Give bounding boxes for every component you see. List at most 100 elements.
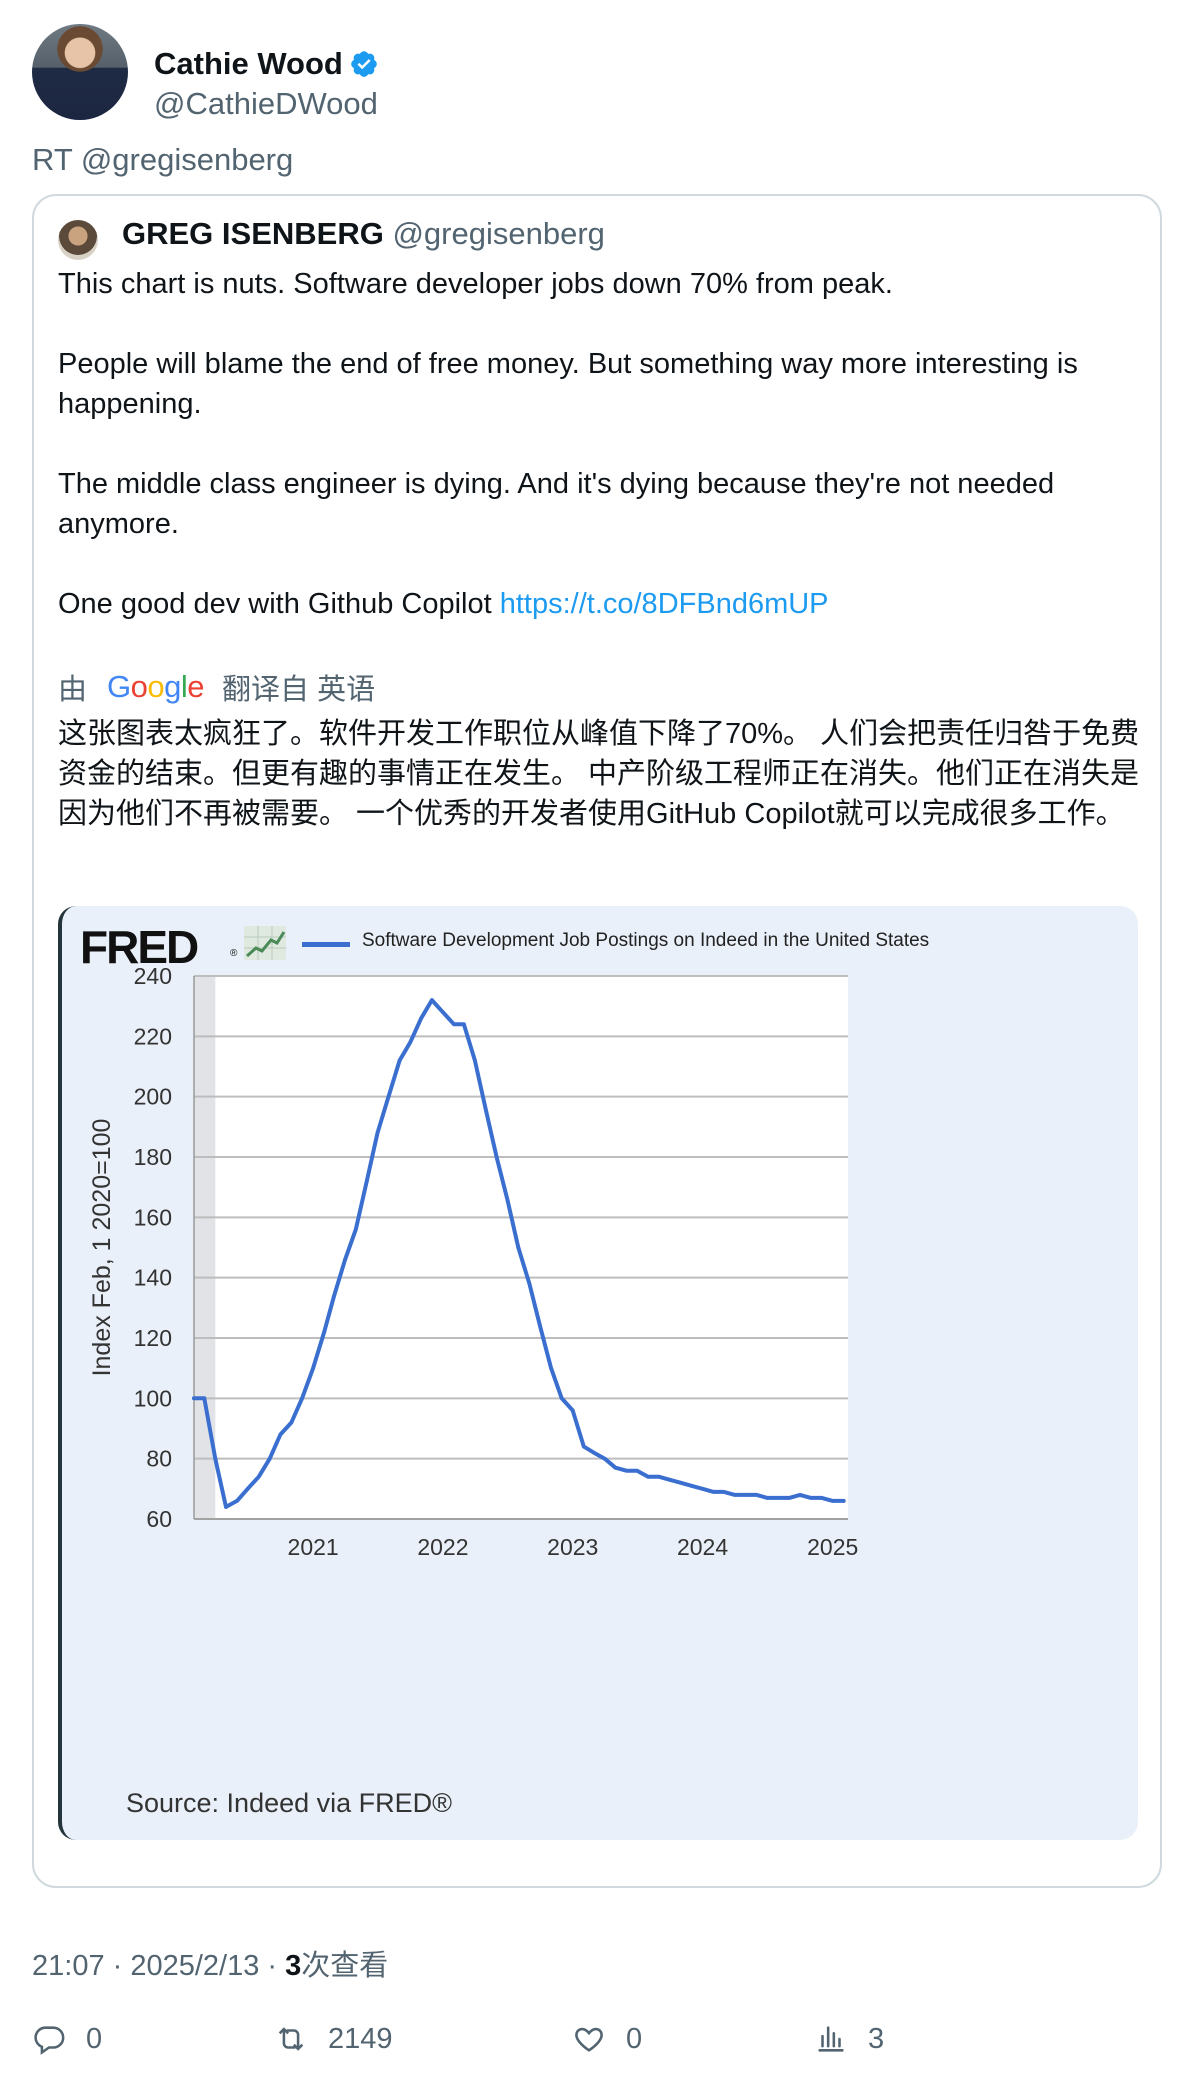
chart-source: Source: Indeed via FRED®: [126, 1788, 453, 1818]
data-point: [430, 998, 434, 1002]
data-point: [322, 1330, 326, 1334]
quoted-author-row[interactable]: GREG ISENBERG @gregisenberg: [122, 216, 605, 252]
y-tick-label: 200: [134, 1084, 172, 1110]
tweet-paragraph: People will blame the end of free money.…: [58, 348, 1078, 420]
retweet-line: RT @gregisenberg: [32, 142, 294, 177]
timestamp-views-label: 次查看: [301, 1950, 389, 1982]
data-point: [332, 1293, 336, 1298]
tweet-paragraph: The middle class engineer is dying. And …: [58, 468, 1055, 540]
quoted-tweet[interactable]: GREG ISENBERG @gregisenberg This chart i…: [32, 194, 1162, 1888]
data-point: [278, 1432, 283, 1437]
y-tick-label: 240: [134, 963, 172, 989]
tweet-paragraph: This chart is nuts. Software developer j…: [58, 268, 893, 300]
y-tick-label: 140: [134, 1265, 172, 1291]
data-point: [776, 1496, 781, 1500]
data-point: [798, 1493, 802, 1497]
data-point: [192, 1396, 196, 1401]
data-point: [549, 1366, 553, 1370]
translation-attribution: 由 Google 翻译自 英语: [58, 666, 375, 708]
quoted-tweet-text: This chart is nuts. Software developer j…: [58, 264, 1138, 664]
author-name-row[interactable]: Cathie Wood: [154, 46, 379, 82]
data-point: [505, 1197, 510, 1202]
data-point: [700, 1487, 705, 1491]
like-count: 0: [626, 2022, 643, 2055]
data-point: [754, 1493, 759, 1497]
retweet-count: 2149: [328, 2022, 393, 2055]
data-point: [267, 1456, 272, 1461]
data-point: [841, 1499, 846, 1503]
data-point: [559, 1396, 564, 1401]
data-point: [213, 1456, 218, 1461]
verified-badge-icon: [351, 51, 377, 77]
chart-image[interactable]: FRED ® Software Development Job Postings…: [58, 906, 1138, 1840]
data-point: [419, 1016, 424, 1021]
data-point: [646, 1474, 650, 1479]
data-point: [679, 1481, 683, 1485]
y-tick-label: 100: [134, 1385, 172, 1411]
data-point: [538, 1324, 542, 1328]
timestamp-time-date: 21:07 · 2025/2/13 ·: [32, 1950, 286, 1982]
data-point: [613, 1465, 618, 1470]
data-point: [624, 1468, 629, 1473]
y-tick-label: 160: [134, 1204, 172, 1230]
author-avatar[interactable]: [32, 24, 128, 120]
data-point: [765, 1496, 770, 1500]
reply-icon: [34, 2026, 65, 2055]
data-point: [830, 1499, 835, 1503]
data-point: [722, 1490, 726, 1494]
x-tick-label: 2025: [807, 1534, 858, 1560]
data-point: [819, 1496, 824, 1500]
x-tick-label: 2023: [547, 1534, 598, 1560]
translate-suffix[interactable]: 翻译自 英语: [222, 666, 375, 708]
x-tick-label: 2021: [288, 1534, 339, 1560]
plot-area: [194, 976, 848, 1519]
views-button[interactable]: 3: [814, 2022, 884, 2056]
tweet-header: Cathie Wood @CathieDWood: [32, 24, 1162, 124]
data-point: [635, 1468, 639, 1473]
like-button[interactable]: 0: [572, 2022, 642, 2056]
data-point: [581, 1444, 586, 1449]
data-point: [591, 1450, 596, 1455]
tweet-timestamp[interactable]: 21:07 · 2025/2/13 · 3次查看: [32, 1942, 388, 1984]
data-point: [452, 1022, 456, 1027]
like-heart-icon: [575, 2027, 603, 2052]
data-point: [473, 1058, 477, 1063]
data-point: [300, 1396, 304, 1401]
tweet-link[interactable]: https://t.co/8DFBnd6mUP: [500, 588, 829, 620]
data-point: [570, 1408, 575, 1413]
quoted-display-name[interactable]: GREG ISENBERG: [122, 216, 384, 251]
data-point: [256, 1474, 261, 1479]
data-point: [733, 1493, 737, 1497]
reply-count: 0: [86, 2022, 103, 2055]
data-point: [202, 1396, 207, 1401]
data-point: [602, 1456, 607, 1461]
data-point: [375, 1131, 380, 1135]
y-tick-label: 60: [146, 1506, 172, 1532]
data-point: [343, 1257, 347, 1262]
data-point: [516, 1245, 521, 1250]
author-display-name[interactable]: Cathie Wood: [154, 46, 343, 82]
tweet-paragraph-with-link: One good dev with Github Copilot https:/…: [58, 584, 1138, 624]
y-tick-label: 120: [134, 1325, 172, 1351]
data-point: [354, 1227, 358, 1232]
tweet-actions: 0 2149 0 3: [32, 2022, 1162, 2068]
data-point: [397, 1058, 402, 1063]
data-point: [689, 1484, 694, 1488]
data-point: [494, 1155, 499, 1159]
quoted-author-avatar[interactable]: [58, 220, 98, 260]
x-tick-label: 2024: [677, 1534, 728, 1560]
data-point: [441, 1010, 445, 1014]
data-point: [289, 1420, 294, 1425]
data-point: [224, 1505, 228, 1509]
reply-button[interactable]: 0: [32, 2022, 102, 2056]
line-chart: 240 220 200 180 160 140 120 100 80 60 2021 2022 2023…: [88, 963, 858, 1560]
data-point: [311, 1366, 315, 1370]
y-tick-label: 220: [134, 1023, 172, 1049]
data-point: [657, 1474, 661, 1479]
retweet-button[interactable]: 2149: [274, 2022, 393, 2056]
google-logo: Google: [107, 669, 205, 704]
quoted-handle[interactable]: @gregisenberg: [392, 216, 604, 251]
data-point: [365, 1179, 369, 1183]
y-tick-label: 180: [134, 1144, 172, 1170]
author-handle[interactable]: @CathieDWood: [154, 86, 378, 122]
